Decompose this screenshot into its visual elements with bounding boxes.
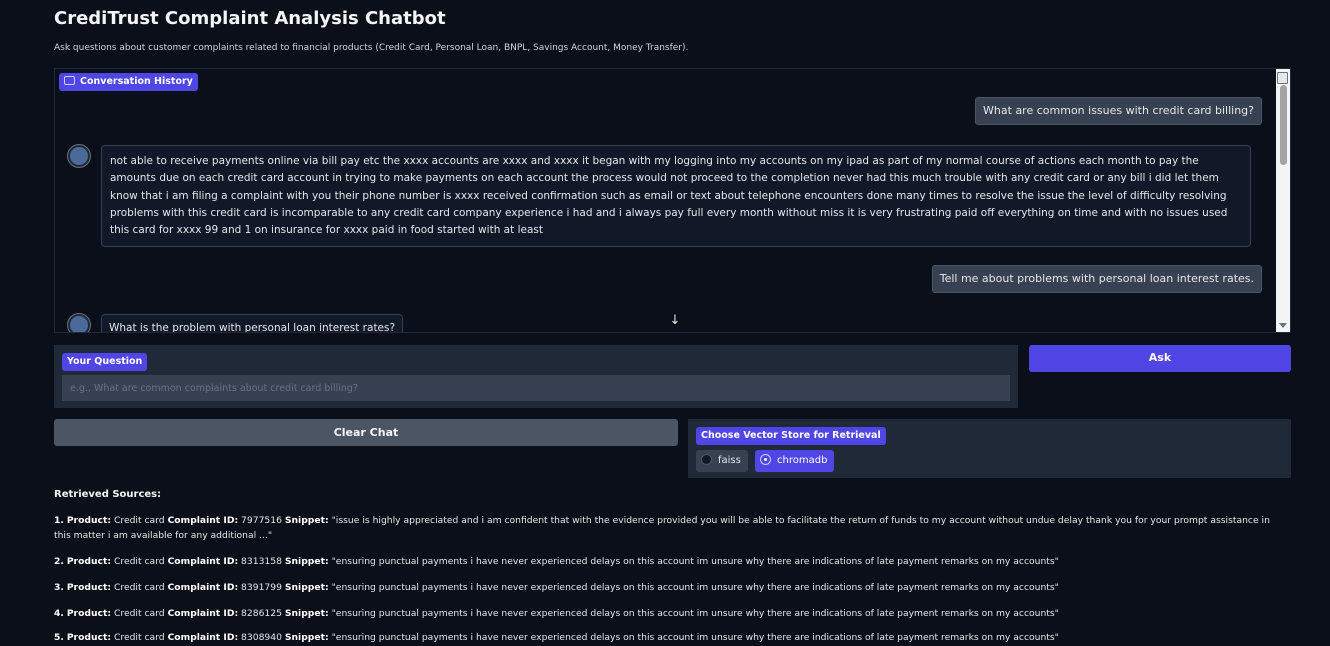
question-input[interactable] <box>62 375 1010 401</box>
scroll-down-icon[interactable] <box>1279 323 1287 328</box>
radio-chromadb[interactable]: chromadb <box>755 450 835 472</box>
bot-avatar <box>68 314 90 332</box>
scroll-to-bottom-icon[interactable]: ↓ <box>668 313 682 328</box>
source-item: 2. Product: Credit card Complaint ID: 83… <box>54 556 1059 567</box>
question-panel: Your Question <box>54 345 1018 408</box>
radio-faiss[interactable]: faiss <box>696 450 748 472</box>
question-label: Your Question <box>62 353 148 371</box>
vector-store-panel: Choose Vector Store for Retrieval faiss … <box>688 419 1291 478</box>
source-item: 1. Product: Credit card Complaint ID: 79… <box>54 515 1270 541</box>
sources-title: Retrieved Sources: <box>54 489 162 500</box>
vector-store-label: Choose Vector Store for Retrieval <box>696 427 886 445</box>
radio-unchecked-icon <box>701 453 712 465</box>
radio-checked-icon <box>760 453 771 465</box>
bot-message: not able to receive payments online via … <box>101 145 1251 248</box>
page-title: CrediTrust Complaint Analysis Chatbot <box>54 8 446 29</box>
source-item: 4. Product: Credit card Complaint ID: 82… <box>54 608 1059 619</box>
chat-icon <box>64 76 75 85</box>
ask-button[interactable]: Ask <box>1029 345 1291 372</box>
trash-icon[interactable] <box>1277 72 1288 84</box>
chat-scrollbar[interactable] <box>1280 85 1287 165</box>
conversation-history-label: Conversation History <box>59 73 198 91</box>
page-subtitle: Ask questions about customer complaints … <box>54 43 689 53</box>
user-message: What are common issues with credit card … <box>975 97 1262 125</box>
source-item: 5. Product: Credit card Complaint ID: 83… <box>54 632 1059 643</box>
source-item: 3. Product: Credit card Complaint ID: 83… <box>54 582 1059 593</box>
clear-chat-button[interactable]: Clear Chat <box>54 419 678 446</box>
bot-avatar <box>68 145 90 167</box>
bot-message: What is the problem with personal loan i… <box>101 314 404 332</box>
chat-history-panel[interactable]: Conversation History What are common iss… <box>54 68 1291 333</box>
user-message: Tell me about problems with personal loa… <box>931 265 1262 293</box>
